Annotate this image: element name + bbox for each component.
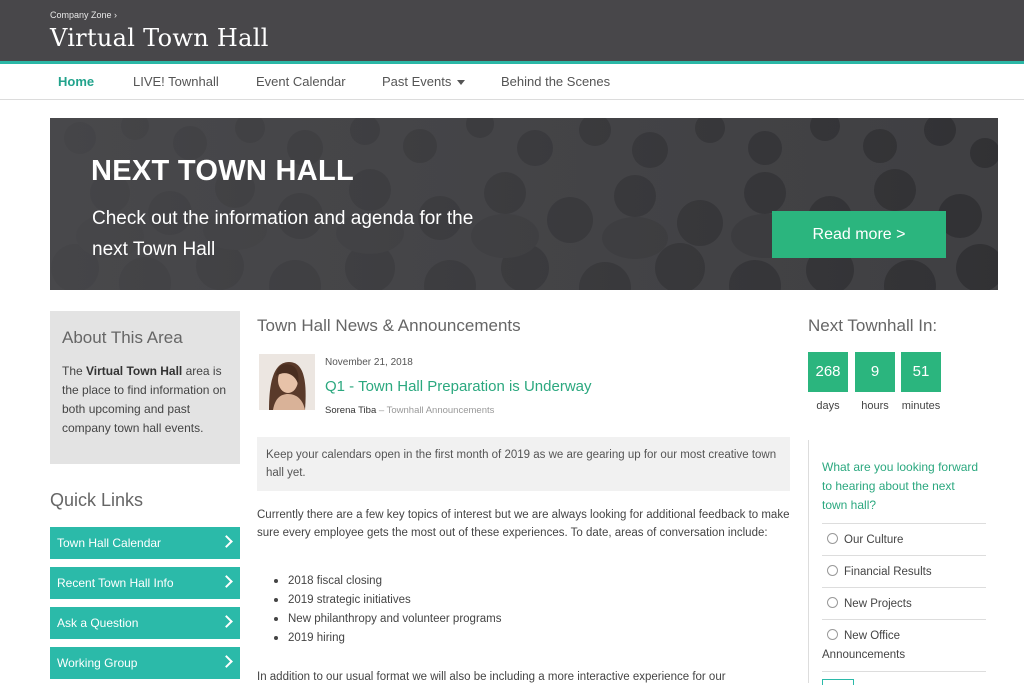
radio-button[interactable] (827, 597, 838, 608)
chevron-down-icon (457, 80, 466, 86)
post-paragraph: In addition to our usual format we will … (257, 671, 726, 683)
list-item: 2018 fiscal closing (272, 572, 502, 591)
poll-question: What are you looking forward to hearing … (822, 460, 979, 512)
post-author[interactable]: Sorena Tiba (325, 405, 376, 416)
post-excerpt: Keep your calendars open in the first mo… (257, 437, 790, 491)
countdown-days-label: days (816, 400, 840, 412)
poll-option-new-office-announcements[interactable]: New Office Announcements (822, 619, 986, 672)
about-this-area-panel: About This Area The Virtual Town Hall ar… (50, 311, 240, 464)
news-section-title: Town Hall News & Announcements (257, 316, 521, 335)
quick-link-working-group[interactable]: Working Group (50, 647, 240, 679)
countdown-minutes-label: minutes (901, 400, 941, 412)
countdown-hours-value: 9 (855, 352, 895, 392)
chevron-right-icon (220, 575, 233, 588)
radio-button[interactable] (827, 565, 838, 576)
site-header: Company Zone › Virtual Town Hall (0, 0, 1024, 61)
countdown-hours-label: hours (861, 400, 889, 412)
chevron-right-icon (220, 655, 233, 668)
author-avatar[interactable] (259, 354, 315, 410)
radio-button[interactable] (827, 533, 838, 544)
post-date: November 21, 2018 (325, 357, 413, 368)
hero-banner: NEXT TOWN HALL Check out the information… (50, 118, 998, 290)
about-title: About This Area (62, 328, 183, 347)
hero-title: NEXT TOWN HALL (91, 155, 355, 187)
nav-past-events-label: Past Events (382, 74, 452, 89)
poll-option-new-projects[interactable]: New Projects (822, 587, 986, 620)
list-item: 2019 strategic initiatives (272, 591, 502, 610)
site-title[interactable]: Virtual Town Hall (50, 24, 269, 52)
nav-behind-the-scenes[interactable]: Behind the Scenes (501, 74, 610, 89)
about-text: The Virtual Town Hall area is the place … (62, 364, 227, 435)
post-meta: Sorena Tiba – Townhall Announcements (325, 405, 495, 416)
quick-link-town-hall-calendar[interactable]: Town Hall Calendar (50, 527, 240, 559)
list-item: 2019 hiring (272, 629, 502, 648)
topics-list: 2018 fiscal closing 2019 strategic initi… (272, 572, 502, 648)
post-paragraph: Currently there are a few key topics of … (257, 509, 790, 539)
read-more-button[interactable]: Read more > (772, 211, 946, 258)
countdown-minutes-value: 51 (901, 352, 941, 392)
list-item: New philanthropy and volunteer programs (272, 610, 502, 629)
poll-option-our-culture[interactable]: Our Culture (822, 523, 986, 556)
nav-home[interactable]: Home (58, 74, 94, 89)
nav-live-townhall[interactable]: LIVE! Townhall (133, 74, 219, 89)
post-category[interactable]: Townhall Announcements (387, 405, 495, 416)
chevron-right-icon (220, 535, 233, 548)
hero-text: Check out the information and agenda for… (92, 208, 474, 260)
nav-past-events[interactable]: Past Events (382, 74, 466, 89)
poll-submit-button[interactable] (822, 679, 854, 685)
countdown-title: Next Townhall In: (808, 316, 938, 335)
countdown-days-value: 268 (808, 352, 848, 392)
post-title-link[interactable]: Q1 - Town Hall Preparation is Underway (325, 378, 592, 395)
quick-links-title: Quick Links (50, 490, 144, 510)
main-nav: Home LIVE! Townhall Event Calendar Past … (0, 64, 1024, 100)
breadcrumb[interactable]: Company Zone › (50, 10, 117, 20)
quick-link-ask-a-question[interactable]: Ask a Question (50, 607, 240, 639)
author-photo-icon (259, 354, 315, 410)
quick-link-recent-town-hall-info[interactable]: Recent Town Hall Info (50, 567, 240, 599)
radio-button[interactable] (827, 629, 838, 640)
chevron-right-icon (220, 615, 233, 628)
poll-option-financial-results[interactable]: Financial Results (822, 555, 986, 588)
poll-panel: What are you looking forward to hearing … (808, 440, 986, 685)
nav-event-calendar[interactable]: Event Calendar (256, 74, 346, 89)
